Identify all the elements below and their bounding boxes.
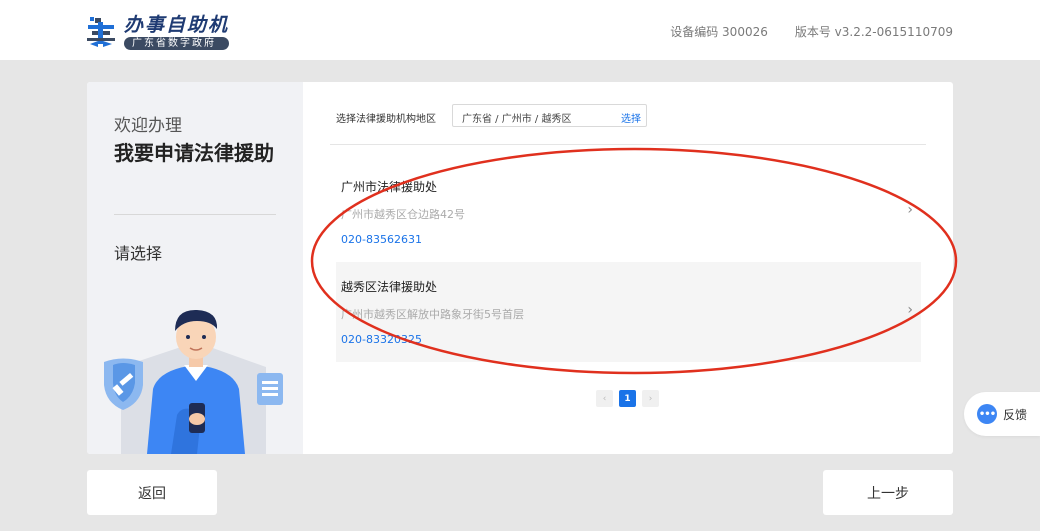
annotation-ellipse	[310, 147, 958, 375]
sidebar: 欢迎办理 我要申请法律援助 请选择	[87, 82, 303, 454]
next-page-button[interactable]: ›	[642, 390, 659, 407]
region-label: 选择法律援助机构地区	[336, 114, 436, 125]
app-title: 办事自助机	[124, 14, 230, 36]
person-illustration	[104, 309, 283, 454]
top-header: 办事自助机 广东省数字政府 设备编码 300026 版本号 v3.2.2-061…	[0, 0, 1040, 60]
service-title: 我要申请法律援助	[114, 141, 274, 165]
previous-step-button[interactable]: 上一步	[823, 470, 953, 515]
pagination: ‹ 1 ›	[596, 390, 659, 407]
logo-icon	[87, 17, 115, 47]
back-button[interactable]: 返回	[87, 470, 217, 515]
select-prompt: 请选择	[114, 244, 163, 263]
welcome-text: 欢迎办理	[114, 116, 182, 136]
feedback-label: 反馈	[1003, 407, 1028, 422]
device-code: 设备编码 300026	[670, 25, 768, 39]
feedback-button[interactable]: ••• 反馈	[964, 392, 1040, 436]
chat-dots-icon: •••	[977, 404, 997, 424]
region-value: 广东省 / 广州市 / 越秀区	[462, 114, 572, 125]
region-selector[interactable]: 广东省 / 广州市 / 越秀区 选择	[452, 104, 647, 127]
region-select-button[interactable]: 选择	[621, 110, 641, 125]
prev-page-button[interactable]: ‹	[596, 390, 613, 407]
sidebar-divider	[114, 214, 276, 215]
device-info: 设备编码 300026 版本号 v3.2.2-0615110709	[670, 23, 953, 40]
app-logo: 办事自助机 广东省数字政府	[86, 14, 230, 50]
page-number-button[interactable]: 1	[619, 390, 636, 407]
content-divider	[330, 144, 926, 145]
version-number: 版本号 v3.2.2-0615110709	[794, 25, 953, 39]
app-subtitle: 广东省数字政府	[124, 37, 230, 50]
